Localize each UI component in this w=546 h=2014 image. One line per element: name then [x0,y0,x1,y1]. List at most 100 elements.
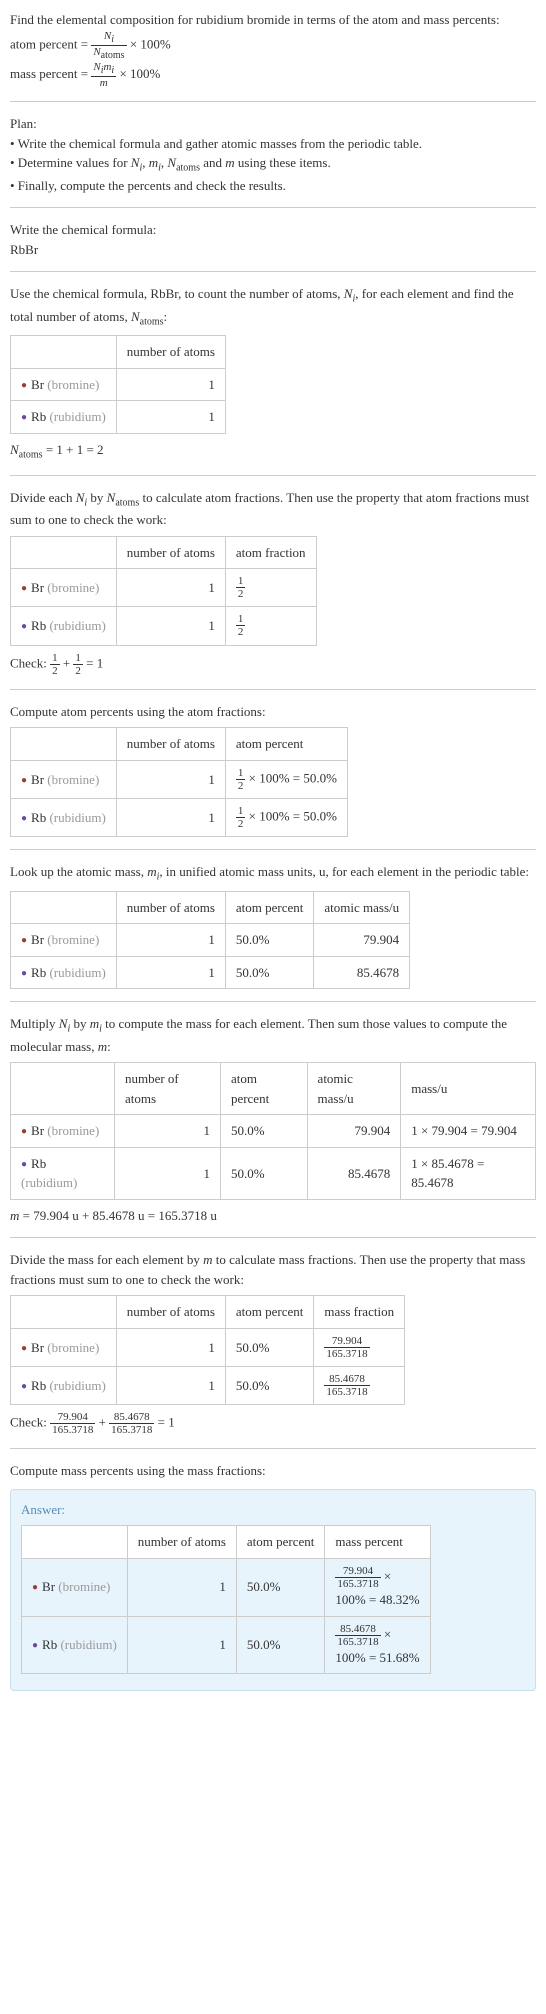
dot-icon: ● [21,380,27,391]
cell: 85.4678 [314,956,410,989]
fraction: 12 [73,652,83,677]
element-name: (rubidium) [46,409,106,424]
dot-icon: ● [21,621,27,632]
table-row: ●Rb (rubidium)150.0%85.4678165.3718 × 10… [22,1616,431,1674]
text: × 100% = 50.0% [245,808,337,823]
cell: 1 [116,924,225,957]
fraction: 12 [236,613,246,638]
atom-percent-table: number of atomsatom percent ●Br (bromine… [10,727,348,837]
intro-text: Find the elemental composition for rubid… [10,10,536,30]
table-row: ● Br (bromine) 150.0%79.904 [11,924,410,957]
col-header: atomic mass/u [307,1063,401,1115]
plan-header: Plan: [10,114,536,134]
text: using these items. [235,155,331,170]
dot-icon: ● [21,968,27,979]
atom-percent-formula: atom percent = NiNatoms × 100% [10,30,536,61]
fraction: 79.904165.3718 [324,1335,369,1360]
table-row: ●Rb (rubidium)150.0%85.46781 × 85.4678 =… [11,1147,536,1199]
dot-icon: ● [21,1126,27,1137]
text: , in unified atomic mass units, u, for e… [159,864,529,879]
text: Multiply [10,1016,59,1031]
table-row: ●Rb (rubidium)150.0%85.4678165.3718 [11,1366,405,1404]
dot-icon: ● [32,1640,38,1651]
text: by [70,1016,90,1031]
mass-calc-table: number of atomsatom percentatomic mass/u… [10,1062,536,1200]
element-name: (bromine) [44,1340,99,1355]
dot-icon: ● [21,775,27,786]
cell: 50.0% [220,1115,307,1148]
element-name: (bromine) [44,580,99,595]
cell: 50.0% [225,956,314,989]
table-row: ●Rb (rubidium)1 [11,401,226,434]
fraction: NiNatoms [91,30,126,61]
text: : [164,309,168,324]
plan-bullet-1: • Write the chemical formula and gather … [10,134,536,154]
dot-icon: ● [21,1343,27,1354]
step-massfrac-text: Divide the mass for each element by m to… [10,1250,536,1289]
text: × 100% = 50.0% [245,770,337,785]
table-row: ●Br (bromine)150.0%79.904165.3718 [11,1328,405,1366]
fraction: 12 [50,652,60,677]
cell: 1 [116,1328,225,1366]
element-name: (rubidium) [21,1175,77,1190]
step-count-text: Use the chemical formula, RbBr, to count… [10,284,536,329]
step-mult-text: Multiply Ni by mi to compute the mass fo… [10,1014,536,1056]
chemical-formula: RbBr [10,240,536,260]
plan-bullet-2: • Determine values for Ni, mi, Natoms an… [10,153,536,176]
cell: 1 [127,1558,236,1616]
text: Use the chemical formula, RbBr, to count… [10,286,344,301]
natoms-eq: Natoms = 1 + 1 = 2 [10,440,536,463]
element-name: (bromine) [44,932,99,947]
cell: 85.4678 [307,1147,401,1199]
cell: 50.0% [225,1328,314,1366]
mass-percent-formula: mass percent = Nimim × 100% [10,61,536,89]
cell: 1 [116,956,225,989]
atomic-mass-table: number of atomsatom percentatomic mass/u… [10,891,410,990]
table-row: ●Br (bromine)150.0%79.904165.3718 × 100%… [22,1558,431,1616]
mass-pct-lhs: mass percent = [10,66,91,81]
fraction: 12 [236,575,246,600]
dot-icon: ● [21,583,27,594]
table-row: ● Br (bromine) 1 [11,368,226,401]
cell: 1 [116,401,225,434]
table-row: ●Rb (rubidium)150.0%85.4678 [11,956,410,989]
element-name: (bromine) [44,377,99,392]
cell: 50.0% [236,1558,325,1616]
cell: 50.0% [225,924,314,957]
text: : [107,1039,111,1054]
dot-icon: ● [21,935,27,946]
dot-icon: ● [21,1381,27,1392]
col-header: atom percent [220,1063,307,1115]
text: 100% = 48.32% [335,1592,419,1607]
col-header: mass fraction [314,1296,405,1329]
cell: 1 [114,1147,220,1199]
table-row: ●Rb (rubidium)112 [11,607,317,645]
cell: 1 [116,368,225,401]
m-eq: m = 79.904 u + 85.4678 u = 165.3718 u [10,1206,536,1226]
element-symbol: Rb [31,965,46,980]
element-symbol: Rb [31,1378,46,1393]
fraction: 12 [236,805,246,830]
plan-bullet-3: • Finally, compute the percents and chec… [10,176,536,196]
element-symbol: Br [31,932,44,947]
element-name: (rubidium) [46,810,106,825]
cell: 1 × 79.904 = 79.904 [401,1115,536,1148]
cell: 1 × 85.4678 = 85.4678 [401,1147,536,1199]
element-name: (rubidium) [57,1637,117,1652]
step-formula-header: Write the chemical formula: [10,220,536,240]
element-symbol: Br [31,377,44,392]
cell: 79.904 [314,924,410,957]
cell: 79.904 [307,1115,401,1148]
cell: 50.0% [225,1366,314,1404]
col-header: number of atoms [116,891,225,924]
check-eq: Check: 12 + 12 = 1 [10,652,536,677]
element-name: (bromine) [55,1579,110,1594]
answer-box: Answer: number of atomsatom percentmass … [10,1489,536,1691]
col-header: number of atoms [127,1526,236,1559]
dot-icon: ● [21,813,27,824]
fraction: 12 [236,767,246,792]
mass-fraction-table: number of atomsatom percentmass fraction… [10,1295,405,1405]
cell: 1 [127,1616,236,1674]
cell: 50.0% [236,1616,325,1674]
cell: 1 [116,1366,225,1404]
